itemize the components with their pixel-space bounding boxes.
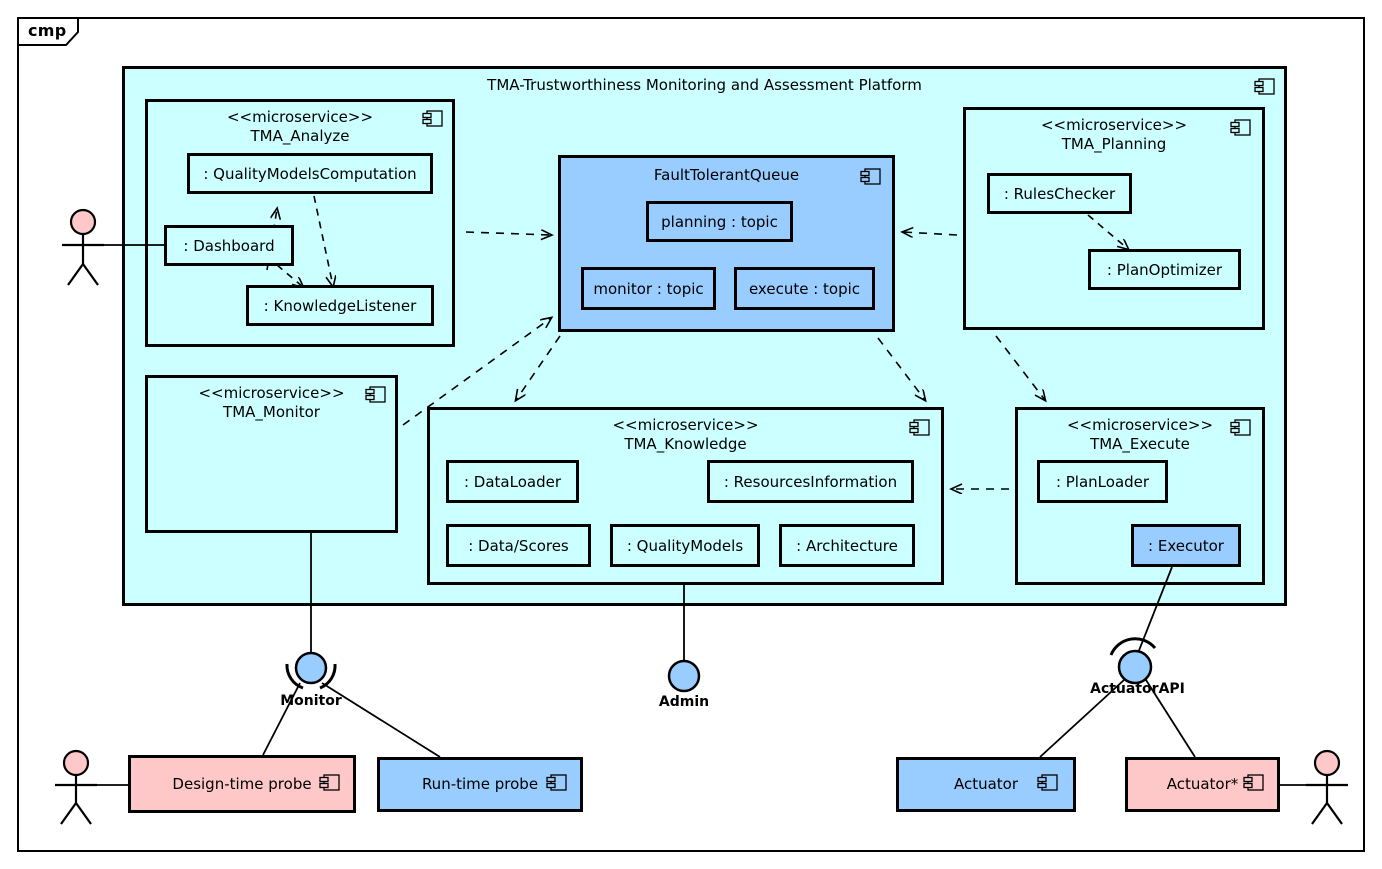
actors-layer xyxy=(55,208,1348,825)
actor-probe-user[interactable] xyxy=(55,749,97,825)
actor-dashboard-user[interactable] xyxy=(62,208,104,286)
component-diagram-canvas: cmp TMA-Trustworthiness Monitoring and A… xyxy=(0,0,1382,869)
actor-actuator-user[interactable] xyxy=(1306,749,1348,825)
